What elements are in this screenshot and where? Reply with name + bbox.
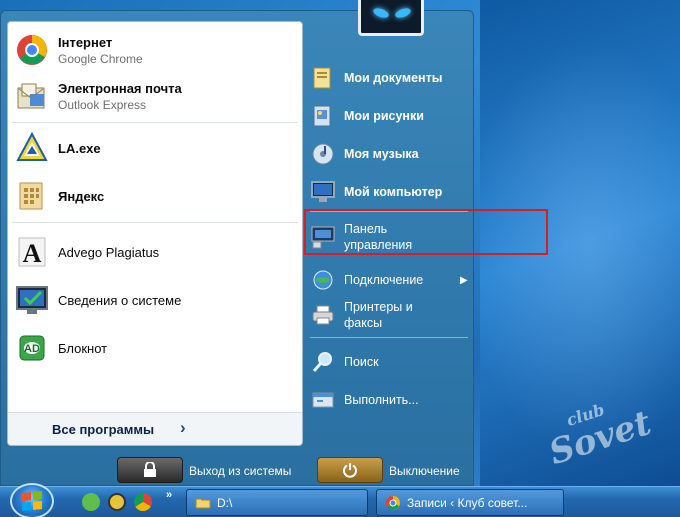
my-music-icon [310,141,336,167]
recent-system-info[interactable]: Сведения о системе [12,278,298,322]
chrome-icon [14,32,50,68]
app-title: Інтернет [58,34,113,50]
utorrent-icon[interactable] [82,493,100,511]
app-title: Сведения о системе [58,292,182,308]
item-label: Мой компьютер [344,185,443,199]
submenu-arrow-icon: ▶ [460,274,468,286]
task-chrome-window[interactable]: Записи ‹ Клуб совет... [376,489,564,516]
avatar-eye [372,6,390,20]
right-separator-2 [310,337,468,338]
la-exe-icon [14,130,50,166]
item-label: Выполнить... [344,393,419,407]
app-subtitle: Google Chrome [58,51,143,66]
my-computer-icon [310,179,336,205]
start-menu-left-panel: Інтернет Google Chrome Электронная почта… [7,21,303,446]
notepad-icon: AD [14,330,50,366]
lock-icon [144,462,156,477]
quick-launch-more-icon[interactable]: » [166,489,172,501]
search-icon [310,349,336,375]
taskbar: » D:\ Записи ‹ Клуб совет... [0,483,680,517]
app-subtitle: Outlook Express [58,97,147,112]
annotation-highlight-box [304,209,548,255]
recent-separator [12,222,298,223]
item-label: Принтеры и факсы [344,300,413,330]
app-title: LA.exe [58,140,101,156]
printers-item[interactable]: Принтеры и факсы [310,299,470,331]
svg-text:AD: AD [24,343,40,355]
shutdown-button[interactable] [317,457,383,483]
user-avatar[interactable] [358,0,424,36]
power-icon [343,463,357,478]
my-computer-item[interactable]: Мой компьютер [310,179,470,205]
search-item[interactable]: Поиск [310,349,470,375]
pinned-email[interactable]: Электронная почта Outlook Express [12,74,298,118]
recent-advego[interactable]: A Advego Plagiatus [12,230,298,274]
run-item[interactable]: Выполнить... [310,387,470,413]
connection-icon [310,267,336,293]
my-documents-item[interactable]: Мои документы [310,65,470,91]
item-label: Мои документы [344,71,443,85]
connection-item[interactable]: Подключение ▶ [310,267,470,293]
item-label: Моя музыка [344,147,419,161]
my-pictures-item[interactable]: Мои рисунки [310,103,470,129]
recent-yandex[interactable]: Яндекс [12,174,298,218]
app-title: Электронная почта [58,80,182,96]
folder-icon [195,498,211,508]
advego-icon: A [14,234,50,270]
app-title: Яндекс [58,188,105,204]
svg-text:A: A [23,239,42,268]
task-folder-d[interactable]: D:\ [186,489,368,516]
windows-logo-icon [22,490,42,512]
start-button[interactable] [10,483,54,517]
task-label: Записи ‹ Клуб совет... [407,495,528,510]
my-documents-icon [310,65,336,91]
item-label: Подключение [344,273,424,287]
task-label: D:\ [217,495,233,510]
printers-icon [310,302,336,328]
app-title: Advego Plagiatus [58,244,160,260]
avatar-eye [394,6,412,20]
shutdown-label: Выключение [389,464,460,478]
yandex-icon [14,178,50,214]
pinned-internet[interactable]: Інтернет Google Chrome [12,28,298,72]
all-programs-button[interactable]: Все программы › [8,412,302,445]
pinned-separator [12,122,298,123]
logoff-button[interactable] [117,457,183,483]
item-label: Мои рисунки [344,109,424,123]
chrome-icon [385,495,400,510]
recent-la-exe[interactable]: LA.exe [12,126,298,170]
outlook-express-icon [14,78,50,114]
my-music-item[interactable]: Моя музыка [310,141,470,167]
system-info-icon [14,282,50,318]
logoff-label: Выход из системы [189,464,292,478]
chevron-right-icon: › [180,418,186,437]
app-title: Блокнот [58,340,108,356]
run-icon [310,387,336,413]
recent-notepad[interactable]: AD Блокнот [12,326,298,370]
all-programs-label: Все программы [52,422,155,437]
item-label: Поиск [344,355,379,369]
la-exe-quicklaunch-icon[interactable] [108,493,126,511]
my-pictures-icon [310,103,336,129]
chrome-quicklaunch-icon[interactable] [134,493,152,511]
